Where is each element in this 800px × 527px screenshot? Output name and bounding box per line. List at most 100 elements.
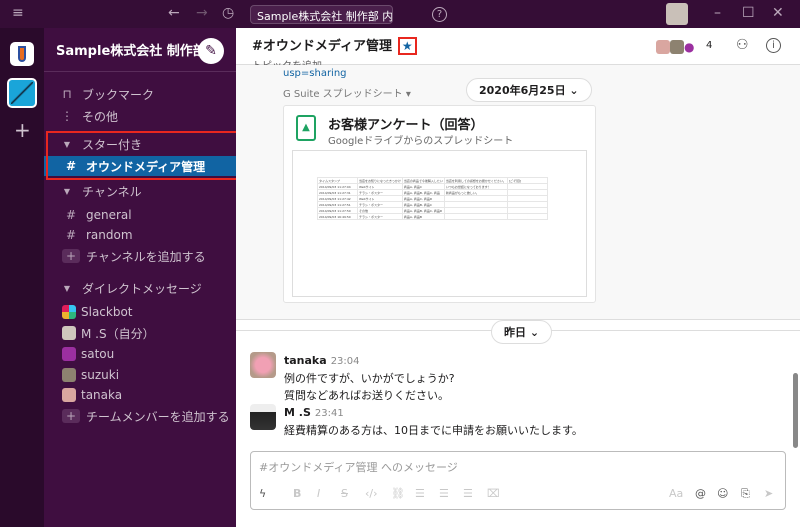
sidebar-item-label: random xyxy=(86,228,133,242)
avatar[interactable] xyxy=(250,404,276,430)
attachment-title: お客様アンケート（回答） xyxy=(328,118,484,133)
highlight-box xyxy=(46,131,238,180)
section-label: ダイレクトメッセージ xyxy=(82,281,202,296)
code-icon[interactable]: ‹/› xyxy=(365,487,378,500)
sidebar-item-label: general xyxy=(86,208,132,222)
compose-button[interactable]: ✎ xyxy=(198,38,224,64)
google-sheets-icon: ▲ xyxy=(296,115,316,141)
sidebar-item-label: suzuki xyxy=(81,368,120,382)
bookmark-icon: ⊓ xyxy=(62,87,72,101)
maximize-icon[interactable]: ☐ xyxy=(742,5,755,21)
date-divider-button[interactable]: 2020年6月25日 ⌄ xyxy=(466,78,592,102)
member-avatars[interactable]: ● 4 xyxy=(656,40,712,54)
ordered-list-icon[interactable]: ☰ xyxy=(415,487,425,500)
sidebar-item-label: チャンネルを追加する xyxy=(86,249,206,264)
add-member-button[interactable]: + チームメンバーを追加する xyxy=(44,406,236,426)
spreadsheet-preview: タイムスタンプ 当店をお知りになったきっかけ 当店の商品で今後購入したい 当店を利用し… xyxy=(292,150,587,297)
message-input[interactable]: #オウンドメディア管理 へのメッセージ xyxy=(259,459,458,475)
shortcuts-icon[interactable]: ϟ xyxy=(259,487,266,500)
help-icon[interactable]: ? xyxy=(432,7,447,22)
mention-icon[interactable]: @ xyxy=(695,487,706,500)
channel-header: #オウンドメディア管理 ★ トピックを追加 ● 4 ⚇ i xyxy=(236,28,800,72)
dm-self[interactable]: M .S（自分） xyxy=(44,323,236,343)
add-member-icon[interactable]: ⚇ xyxy=(736,37,749,53)
avatar xyxy=(62,347,76,361)
bold-icon[interactable]: B xyxy=(293,487,301,500)
slackbot-avatar xyxy=(62,305,76,319)
message-time[interactable]: 23:41 xyxy=(315,408,344,419)
sidebar-item-bookmarks[interactable]: ⊓ ブックマーク xyxy=(44,84,236,104)
plus-icon: + xyxy=(62,409,80,423)
message-text: 例の件ですが、いかがでしょうか? xyxy=(284,372,455,385)
dm-satou[interactable]: satou xyxy=(44,344,236,364)
forward-arrow-icon[interactable]: → xyxy=(196,5,208,21)
quote-icon[interactable]: ☰ xyxy=(463,487,473,500)
search-input[interactable]: Sample株式会社 制作部 内を検... xyxy=(250,5,393,24)
dm-tanaka[interactable]: tanaka xyxy=(44,385,236,405)
section-channels[interactable]: ▼ チャンネル xyxy=(44,181,236,201)
sidebar-item-general[interactable]: # general xyxy=(44,205,236,225)
scrollbar[interactable] xyxy=(793,373,798,448)
member-count: 4 xyxy=(706,40,713,51)
avatar[interactable] xyxy=(250,352,276,378)
message-composer[interactable]: #オウンドメディア管理 へのメッセージ ϟ B I S ‹/› ⛓ ☰ ☰ ☰ … xyxy=(250,451,786,510)
section-label: チャンネル xyxy=(82,184,142,199)
code-block-icon[interactable]: ⌧ xyxy=(487,487,500,500)
send-icon[interactable]: ➤ xyxy=(764,487,773,500)
attachment-icon[interactable]: ⎘ xyxy=(741,487,750,501)
link-icon[interactable]: ⛓ xyxy=(391,487,405,500)
more-vertical-icon: ⋮ xyxy=(61,109,73,123)
format-toggle[interactable]: Aa xyxy=(669,487,683,500)
user-avatar[interactable] xyxy=(666,3,688,25)
link-text[interactable]: usp=sharing xyxy=(283,68,347,79)
history-icon[interactable]: ◷ xyxy=(222,5,234,21)
message-time[interactable]: 23:04 xyxy=(331,356,360,367)
back-arrow-icon[interactable]: ← xyxy=(168,5,180,21)
message: M .S 23:41 経費精算のある方は、10日までに申請をお願いいたします。 xyxy=(250,404,790,439)
spreadsheet-attachment[interactable]: ▲ お客様アンケート（回答） Googleドライブからのスプレッドシート タイム… xyxy=(283,105,596,303)
dm-suzuki[interactable]: suzuki xyxy=(44,365,236,385)
italic-icon[interactable]: I xyxy=(317,487,320,500)
sheet-row: 2014/09/03 16:49:50 チラシ・ポスター 商品A, 商品B xyxy=(317,213,548,220)
sidebar-item-random[interactable]: # random xyxy=(44,225,236,245)
close-icon[interactable]: ✕ xyxy=(772,5,784,21)
message: tanaka 23:04 例の件ですが、いかがでしょうか? 質問などあればお送りく… xyxy=(250,352,790,404)
sidebar-item-label: チームメンバーを追加する xyxy=(86,409,230,424)
star-icon[interactable]: ★ xyxy=(397,37,417,55)
sidebar-item-label: ブックマーク xyxy=(82,87,155,102)
caret-down-icon: ▼ xyxy=(63,283,71,293)
message-history-top: usp=sharing G Suite スプレッドシート ▾ 2020年6月25… xyxy=(236,65,800,320)
info-icon[interactable]: i xyxy=(766,38,781,53)
workspace-name: Sample株式会社 制作部 xyxy=(56,44,206,59)
sheet-cell: 2014/09/03 16:49:50 xyxy=(317,213,358,220)
attachment-source: G Suite スプレッドシート ▾ xyxy=(283,89,411,100)
add-workspace-icon[interactable]: + xyxy=(14,118,31,142)
hash-icon: # xyxy=(65,228,77,242)
section-dms[interactable]: ▼ ダイレクトメッセージ xyxy=(44,278,236,298)
emoji-icon[interactable]: ☺ xyxy=(717,487,728,500)
avatar: ● xyxy=(684,40,698,54)
sheet-cell: 商品A, 商品B xyxy=(401,213,445,220)
add-channel-button[interactable]: + チャンネルを追加する xyxy=(44,246,236,266)
dm-slackbot[interactable]: Slackbot xyxy=(44,302,236,322)
bullet-list-icon[interactable]: ☰ xyxy=(439,487,449,500)
spreadsheet-table: タイムスタンプ 当店をお知りになったきっかけ 当店の商品で今後購入したい 当店を利用し… xyxy=(317,177,548,220)
message-author[interactable]: M .S xyxy=(284,406,311,419)
avatar xyxy=(656,40,670,54)
workspace-icon-secondary[interactable] xyxy=(7,78,37,108)
message-text: 経費精算のある方は、10日までに申請をお願いいたします。 xyxy=(284,424,583,437)
strikethrough-icon[interactable]: S xyxy=(341,487,348,500)
avatar xyxy=(670,40,684,54)
sidebar-item-more[interactable]: ⋮ その他 xyxy=(44,106,236,126)
sidebar: Sample株式会社 制作部 ⌄ ✎ ⊓ブックマーク ⋮その他 ▼スター付き #… xyxy=(44,28,238,527)
sidebar-item-label: satou xyxy=(81,347,115,361)
day-divider-button[interactable]: 昨日 ⌄ xyxy=(491,320,553,344)
sidebar-item-label: その他 xyxy=(82,109,119,124)
channel-title[interactable]: #オウンドメディア管理 xyxy=(252,39,392,54)
sheet-cell xyxy=(506,213,548,220)
minimize-icon[interactable]: – xyxy=(714,5,721,21)
workspace-icon-primary[interactable] xyxy=(10,42,34,66)
message-author[interactable]: tanaka xyxy=(284,354,327,367)
menu-icon[interactable]: ≡ xyxy=(12,5,24,21)
channel-view: #オウンドメディア管理 ★ トピックを追加 ● 4 ⚇ i usp=sharin… xyxy=(236,28,800,527)
